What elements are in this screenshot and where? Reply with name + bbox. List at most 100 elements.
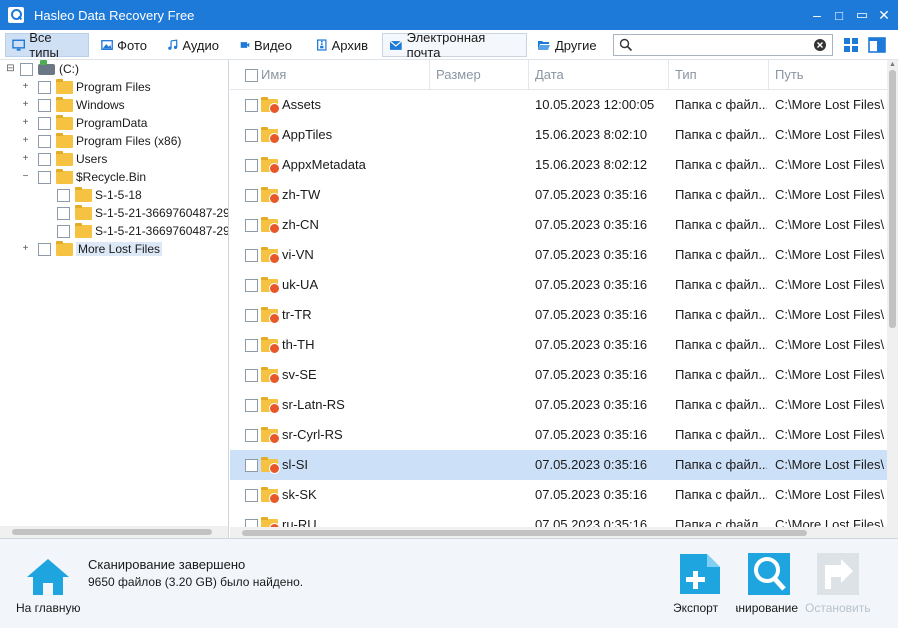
tree-root-drive[interactable]: ⊟ (C:) <box>0 60 79 78</box>
scroll-thumb[interactable] <box>12 529 212 535</box>
column-name[interactable]: Имя <box>255 60 430 90</box>
column-path[interactable]: Путь <box>769 60 898 90</box>
options-button[interactable]: ▭ <box>851 0 873 30</box>
cell-type: Папка с файл... <box>675 277 767 292</box>
cell-size <box>435 480 525 510</box>
tree-checkbox[interactable] <box>38 170 51 184</box>
drive-icon <box>38 60 55 75</box>
grid-view-icon[interactable] <box>842 36 860 54</box>
tree-item[interactable]: + Program Files <box>0 78 151 96</box>
table-row[interactable]: tr-TR 07.05.2023 0:35:16 Папка с файл... C:… <box>230 300 887 330</box>
restore-button[interactable]: □ <box>828 0 850 30</box>
table-row[interactable]: zh-TW 07.05.2023 0:35:16 Папка с файл... C:… <box>230 180 887 210</box>
tree-item[interactable]: S-1-5-18 <box>0 186 142 204</box>
tree-item[interactable]: − $Recycle.Bin <box>0 168 146 186</box>
scroll-thumb[interactable] <box>242 530 807 536</box>
expand-icon[interactable]: + <box>21 100 30 110</box>
row-checkbox[interactable] <box>245 399 258 412</box>
row-checkbox[interactable] <box>245 249 258 262</box>
table-row[interactable]: AppTiles 15.06.2023 8:02:10 Папка с файл..… <box>230 120 887 150</box>
row-checkbox[interactable] <box>245 429 258 442</box>
tree-horizontal-scrollbar[interactable] <box>0 526 228 538</box>
table-row[interactable]: sr-Cyrl-RS 07.05.2023 0:35:16 Папка с файл… <box>230 420 887 450</box>
search-input[interactable] <box>636 37 806 53</box>
cell-size <box>435 120 525 150</box>
tab-email[interactable]: Электронная почта <box>382 30 527 60</box>
tree-checkbox[interactable] <box>38 98 51 112</box>
scroll-up-icon[interactable]: ▲ <box>889 61 896 68</box>
home-icon[interactable] <box>25 557 71 597</box>
tree-checkbox[interactable] <box>38 116 51 130</box>
search-box[interactable] <box>613 34 833 56</box>
row-checkbox[interactable] <box>245 339 258 352</box>
preview-pane-icon[interactable] <box>868 36 886 54</box>
column-date[interactable]: Дата <box>529 60 669 90</box>
lost-folder-icon <box>261 127 280 144</box>
tab-audio[interactable]: Аудио <box>160 33 226 57</box>
tree-item[interactable]: + Program Files (x86) <box>0 132 181 150</box>
row-checkbox[interactable] <box>245 309 258 322</box>
row-checkbox[interactable] <box>245 219 258 232</box>
expand-icon[interactable]: + <box>21 136 30 146</box>
tree-item[interactable]: S-1-5-21-3669760487-2914 <box>0 222 228 240</box>
tree-checkbox[interactable] <box>38 242 51 256</box>
table-row[interactable]: sk-SK 07.05.2023 0:35:16 Папка с файл... C:… <box>230 480 887 510</box>
row-checkbox[interactable] <box>245 279 258 292</box>
tab-photo[interactable]: Фото <box>94 33 154 57</box>
row-checkbox[interactable] <box>245 369 258 382</box>
tab-all-types[interactable]: Все типы <box>5 30 89 60</box>
close-button[interactable]: ✕ <box>873 0 895 30</box>
minimize-button[interactable]: – <box>806 0 828 30</box>
column-size[interactable]: Размер <box>430 60 529 90</box>
expand-icon[interactable]: + <box>21 118 30 128</box>
tree-item-more-lost-files[interactable]: + More Lost Files <box>0 240 163 258</box>
table-row[interactable]: uk-UA 07.05.2023 0:35:16 Папка с файл... C:… <box>230 270 887 300</box>
lost-folder-icon <box>261 337 280 354</box>
tree-item[interactable]: + Windows <box>0 96 125 114</box>
row-checkbox[interactable] <box>245 129 258 142</box>
clear-search-icon[interactable] <box>813 38 827 52</box>
rescan-icon[interactable] <box>746 551 792 597</box>
tree-checkbox[interactable] <box>20 62 33 76</box>
tree-item[interactable]: S-1-5-21-3669760487-2914 <box>0 204 228 222</box>
scroll-thumb[interactable] <box>889 70 896 328</box>
cell-name: zh-CN <box>282 217 319 232</box>
table-row[interactable]: sl-SI 07.05.2023 0:35:16 Папка с файл... C:… <box>230 450 887 480</box>
expand-icon[interactable]: + <box>21 244 30 254</box>
tree-checkbox[interactable] <box>38 152 51 166</box>
table-row[interactable]: Assets 10.05.2023 12:00:05 Папка с файл...… <box>230 90 887 120</box>
tree-checkbox[interactable] <box>57 206 70 220</box>
row-checkbox[interactable] <box>245 99 258 112</box>
tree-item[interactable]: + ProgramData <box>0 114 147 132</box>
table-row[interactable]: AppxMetadata 15.06.2023 8:02:12 Папка с фа… <box>230 150 887 180</box>
collapse-icon[interactable]: ⊟ <box>6 64 15 74</box>
collapse-icon[interactable]: − <box>21 172 30 182</box>
list-vertical-scrollbar[interactable]: ▲ <box>887 60 898 538</box>
table-row[interactable]: th-TH 07.05.2023 0:35:16 Папка с файл... C:… <box>230 330 887 360</box>
table-row[interactable]: vi-VN 07.05.2023 0:35:16 Папка с файл... C:… <box>230 240 887 270</box>
expand-icon[interactable]: + <box>21 154 30 164</box>
table-row[interactable]: sv-SE 07.05.2023 0:35:16 Папка с файл... C:… <box>230 360 887 390</box>
tab-archive[interactable]: Архив <box>309 33 375 57</box>
column-type[interactable]: Тип <box>669 60 769 90</box>
tree-item[interactable]: + Users <box>0 150 107 168</box>
expand-icon[interactable]: + <box>21 82 30 92</box>
tree-checkbox[interactable] <box>38 134 51 148</box>
cell-date: 07.05.2023 0:35:16 <box>535 307 648 322</box>
tab-other[interactable]: Другие <box>530 33 604 57</box>
export-label: Экспорт <box>673 601 719 615</box>
row-checkbox[interactable] <box>245 159 258 172</box>
tree-checkbox[interactable] <box>57 224 70 238</box>
list-horizontal-scrollbar[interactable] <box>230 527 887 538</box>
row-checkbox[interactable] <box>245 489 258 502</box>
row-checkbox[interactable] <box>245 189 258 202</box>
table-row[interactable]: zh-CN 07.05.2023 0:35:16 Папка с файл... C:… <box>230 210 887 240</box>
cell-type: Папка с файл... <box>675 487 767 502</box>
table-row[interactable]: sr-Latn-RS 07.05.2023 0:35:16 Папка с файл… <box>230 390 887 420</box>
tree-checkbox[interactable] <box>57 188 70 202</box>
cell-name: vi-VN <box>282 247 314 262</box>
tab-video[interactable]: Видео <box>233 33 299 57</box>
export-icon[interactable] <box>677 551 723 597</box>
tree-checkbox[interactable] <box>38 80 51 94</box>
row-checkbox[interactable] <box>245 459 258 472</box>
